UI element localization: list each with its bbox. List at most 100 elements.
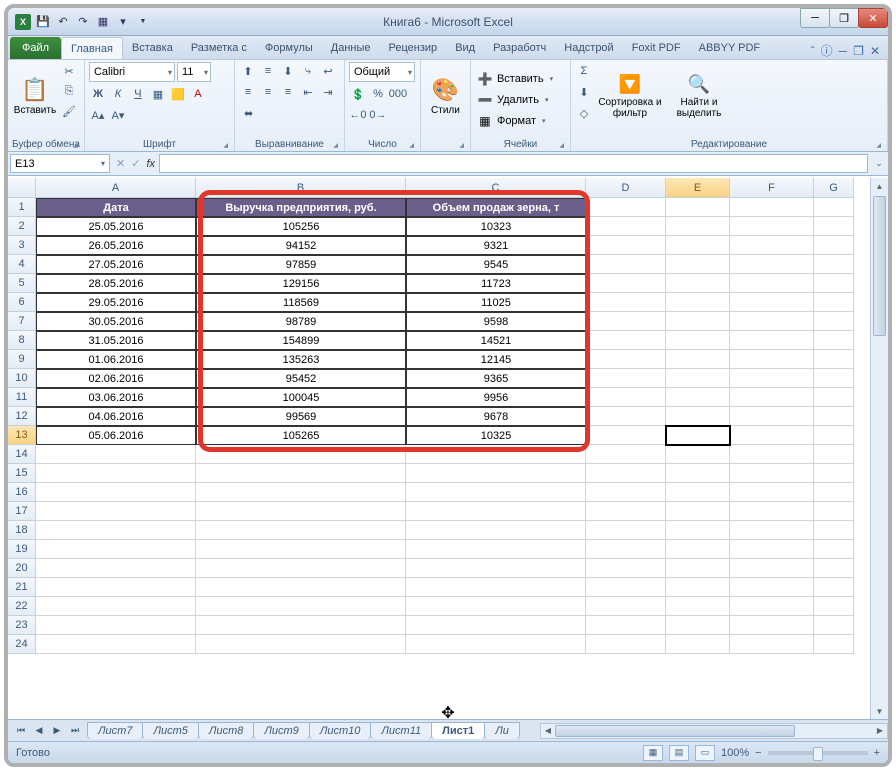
row-header[interactable]: 17: [8, 502, 36, 521]
cell[interactable]: [814, 521, 854, 540]
scroll-up-icon[interactable]: ▲: [871, 178, 888, 194]
cell[interactable]: [586, 293, 666, 312]
cell[interactable]: [814, 217, 854, 236]
data-cell[interactable]: 05.06.2016: [36, 426, 196, 445]
data-cell[interactable]: 105265: [196, 426, 406, 445]
sheet-nav-next-icon[interactable]: ▶: [48, 722, 66, 740]
tab-insert[interactable]: Вставка: [123, 37, 182, 59]
row-header[interactable]: 2: [8, 217, 36, 236]
insert-cells-button[interactable]: ➕Вставить: [475, 69, 555, 89]
data-cell[interactable]: 10323: [406, 217, 586, 236]
cell[interactable]: [586, 369, 666, 388]
align-left-icon[interactable]: ≡: [239, 83, 257, 101]
tab-abbyy[interactable]: ABBYY PDF: [690, 37, 770, 59]
row-header[interactable]: 7: [8, 312, 36, 331]
cell[interactable]: [196, 559, 406, 578]
cell[interactable]: [730, 540, 814, 559]
data-cell[interactable]: 03.06.2016: [36, 388, 196, 407]
data-cell[interactable]: 11723: [406, 274, 586, 293]
row-header[interactable]: 21: [8, 578, 36, 597]
cell[interactable]: [666, 464, 730, 483]
view-normal-icon[interactable]: ▦: [643, 745, 663, 761]
cell[interactable]: [730, 388, 814, 407]
data-cell[interactable]: 04.06.2016: [36, 407, 196, 426]
sheet-tab[interactable]: Ли: [484, 722, 520, 739]
row-header[interactable]: 5: [8, 274, 36, 293]
cell[interactable]: [814, 369, 854, 388]
cell[interactable]: [666, 540, 730, 559]
clear-icon[interactable]: ◇: [575, 104, 593, 122]
bold-button[interactable]: Ж: [89, 85, 107, 103]
horizontal-scrollbar[interactable]: ◀ ▶: [540, 723, 888, 739]
data-cell[interactable]: 10325: [406, 426, 586, 445]
fill-color-button[interactable]: 🟨: [169, 85, 187, 103]
cell[interactable]: [196, 616, 406, 635]
cell[interactable]: [406, 540, 586, 559]
cell[interactable]: [814, 540, 854, 559]
cell[interactable]: [586, 502, 666, 521]
cell[interactable]: [196, 445, 406, 464]
comma-icon[interactable]: 000: [389, 85, 407, 103]
sheet-nav-first-icon[interactable]: ⏮: [12, 722, 30, 740]
data-cell[interactable]: 9545: [406, 255, 586, 274]
cell[interactable]: [406, 635, 586, 654]
zoom-level[interactable]: 100%: [721, 747, 749, 759]
cell[interactable]: [586, 274, 666, 293]
tab-review[interactable]: Рецензир: [380, 37, 447, 59]
cell[interactable]: [666, 483, 730, 502]
column-header[interactable]: D: [586, 178, 666, 198]
cell[interactable]: [406, 597, 586, 616]
tab-data[interactable]: Данные: [322, 37, 380, 59]
table-header-cell[interactable]: Дата: [36, 198, 196, 217]
row-header[interactable]: 19: [8, 540, 36, 559]
data-cell[interactable]: 01.06.2016: [36, 350, 196, 369]
row-header[interactable]: 23: [8, 616, 36, 635]
doc-minimize-icon[interactable]: ─: [839, 44, 848, 58]
data-cell[interactable]: 105256: [196, 217, 406, 236]
cell[interactable]: [36, 521, 196, 540]
cell[interactable]: [36, 635, 196, 654]
cell[interactable]: [814, 464, 854, 483]
cell[interactable]: [730, 255, 814, 274]
font-name-combo[interactable]: Calibri: [89, 62, 175, 82]
cell[interactable]: [814, 597, 854, 616]
cell[interactable]: [196, 502, 406, 521]
cell[interactable]: [586, 445, 666, 464]
scroll-thumb[interactable]: [555, 725, 795, 737]
cell[interactable]: [730, 502, 814, 521]
row-header[interactable]: 22: [8, 597, 36, 616]
cell[interactable]: [814, 616, 854, 635]
view-pagebreak-icon[interactable]: ▭: [695, 745, 715, 761]
cell[interactable]: [666, 559, 730, 578]
italic-button[interactable]: К: [109, 85, 127, 103]
cell[interactable]: [814, 331, 854, 350]
tab-view[interactable]: Вид: [446, 37, 484, 59]
undo-icon[interactable]: ↶: [54, 13, 72, 31]
cell[interactable]: [730, 407, 814, 426]
column-header[interactable]: B: [196, 178, 406, 198]
cell[interactable]: [406, 483, 586, 502]
number-format-combo[interactable]: Общий: [349, 62, 415, 82]
cell[interactable]: [814, 635, 854, 654]
cell[interactable]: [730, 578, 814, 597]
cell[interactable]: [730, 350, 814, 369]
tab-developer[interactable]: Разработч: [484, 37, 555, 59]
data-cell[interactable]: 95452: [196, 369, 406, 388]
data-cell[interactable]: 11025: [406, 293, 586, 312]
cell[interactable]: [586, 540, 666, 559]
cell[interactable]: [406, 502, 586, 521]
row-header[interactable]: 11: [8, 388, 36, 407]
cell[interactable]: [814, 426, 854, 445]
restore-button[interactable]: ❐: [829, 8, 859, 28]
cell[interactable]: [814, 388, 854, 407]
cell[interactable]: [730, 635, 814, 654]
minimize-button[interactable]: ─: [800, 8, 830, 28]
cell[interactable]: [730, 217, 814, 236]
row-header[interactable]: 13: [8, 426, 36, 445]
cell[interactable]: [814, 559, 854, 578]
select-all-corner[interactable]: [8, 178, 36, 198]
data-cell[interactable]: 12145: [406, 350, 586, 369]
cell[interactable]: [814, 407, 854, 426]
tab-layout[interactable]: Разметка с: [182, 37, 256, 59]
cell[interactable]: [730, 464, 814, 483]
